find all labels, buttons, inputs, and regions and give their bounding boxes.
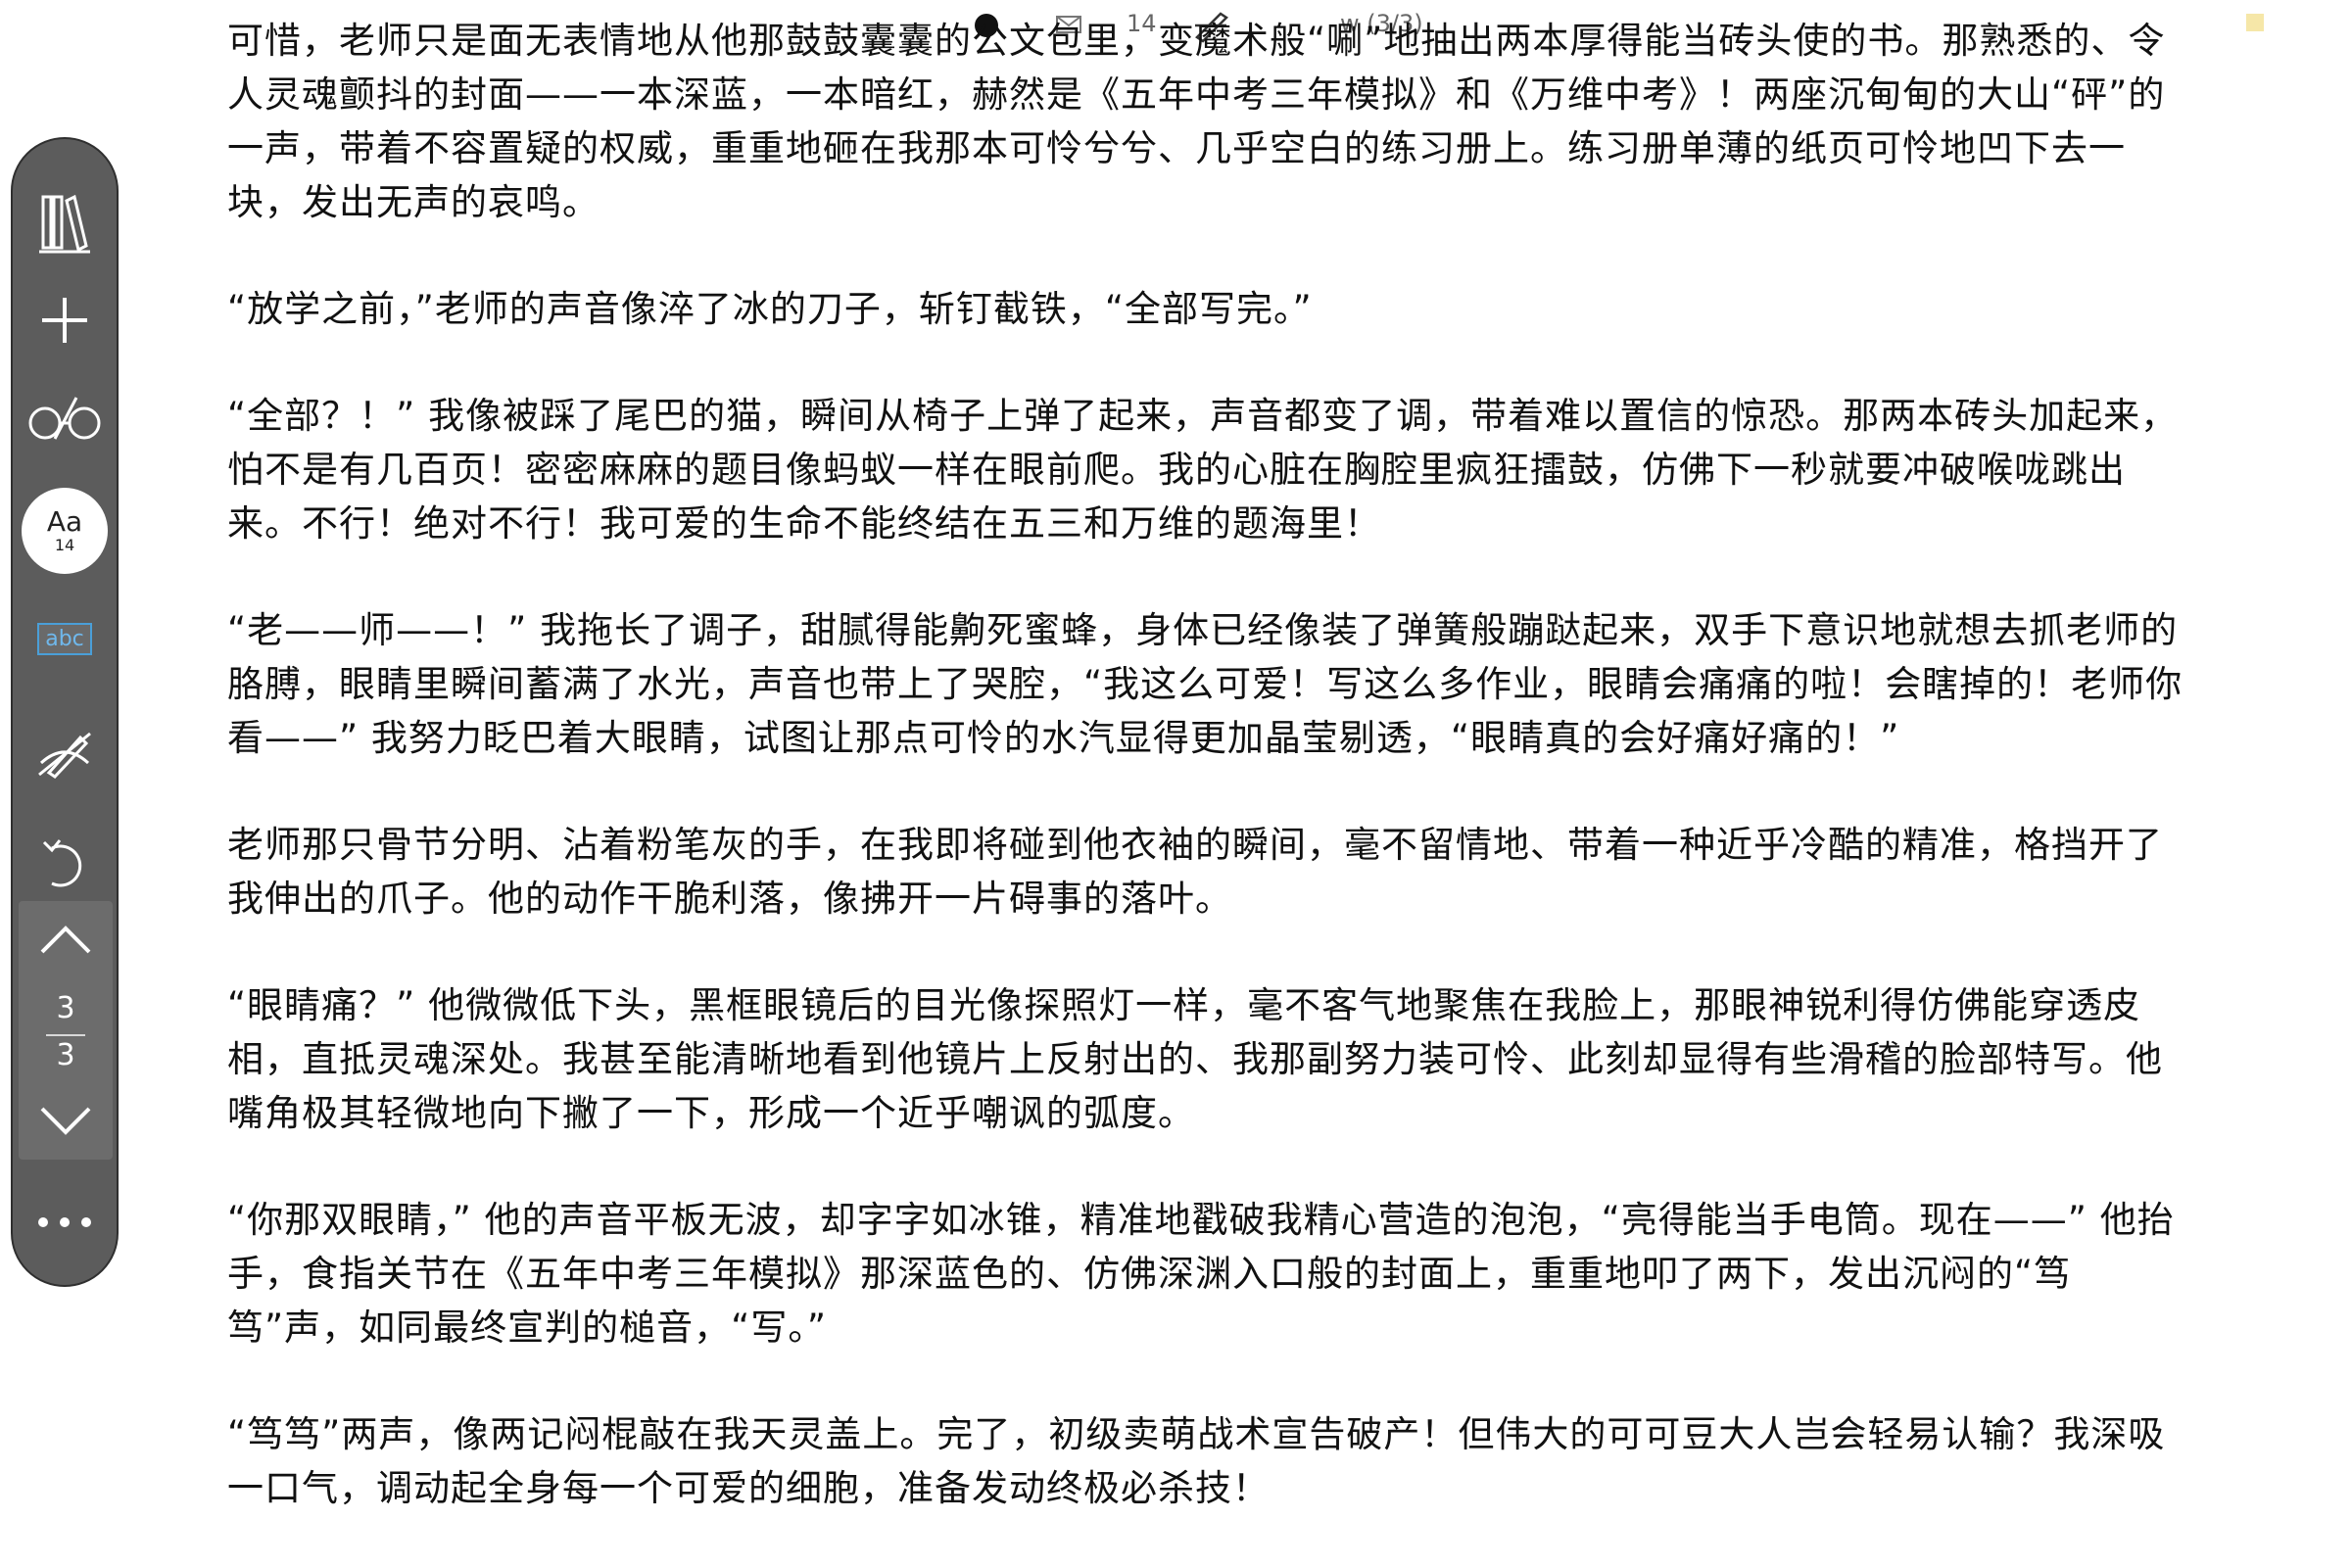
bookmark-icon[interactable]: [2246, 14, 2264, 31]
hide-pen-icon: [38, 732, 91, 779]
reading-mode-button[interactable]: [13, 374, 117, 462]
current-page: 3: [56, 991, 75, 1025]
abc-highlight-button[interactable]: abc: [13, 599, 117, 678]
paragraph: “放学之前，”老师的声音像淬了冰的刀子，斩钉截铁，“全部写完。”: [227, 288, 1313, 330]
paragraph: “全部？！” 我像被踩了尾巴的猫，瞬间从椅子上弹了起来，声音都变了调，带着难以置…: [227, 395, 2179, 545]
page-down-button[interactable]: [19, 1091, 113, 1150]
font-label: Aa: [46, 505, 83, 538]
add-button[interactable]: [13, 276, 117, 364]
chevron-up-icon: [40, 926, 91, 954]
plus-icon: [42, 298, 87, 343]
library-button[interactable]: [13, 178, 117, 266]
font-size-icon: Aa 14: [22, 488, 108, 574]
reading-content: 可惜，老师只是面无表情地从他那鼓鼓囊囊的公文包里，变魔术般“唰”地抽出两本厚得能…: [227, 14, 2186, 1568]
page-divider: [46, 1034, 85, 1036]
total-pages: 3: [56, 1038, 75, 1072]
hide-annotations-button[interactable]: [13, 707, 117, 795]
paragraph: “你那双眼睛，” 他的声音平板无波，却字字如冰锥，精准地戳破我精心营造的泡泡，“…: [227, 1199, 2175, 1349]
font-size-value: 14: [54, 536, 75, 554]
more-icon: [38, 1217, 91, 1227]
page-navigator: 3 3: [19, 901, 113, 1160]
paragraph: 老师那只骨节分明、沾着粉笔灰的手，在我即将碰到他衣袖的瞬间，毫不留情地、带着一种…: [227, 824, 2163, 920]
abc-highlight-icon: abc: [37, 622, 92, 655]
paragraph: “笃笃”两声，像两记闷棍敲在我天灵盖上。完了，初级卖萌战术宣告破产！但伟大的可可…: [227, 1413, 2166, 1509]
page-up-button[interactable]: [19, 911, 113, 970]
chevron-down-icon: [40, 1107, 91, 1135]
more-button[interactable]: [13, 1183, 117, 1261]
side-toolbar: Aa 14 abc 3 3: [11, 137, 119, 1287]
undo-button[interactable]: [13, 815, 117, 913]
library-icon: [39, 194, 90, 254]
glasses-icon: [28, 397, 101, 440]
undo-icon: [42, 839, 82, 887]
paragraph: “眼睛痛？” 他微微低下头，黑框眼镜后的目光像探照灯一样，毫不客气地聚焦在我脸上…: [227, 984, 2163, 1134]
paragraph: 可惜，老师只是面无表情地从他那鼓鼓囊囊的公文包里，变魔术般“唰”地抽出两本厚得能…: [227, 20, 2166, 223]
paragraph: “老——师——！” 我拖长了调子，甜腻得能齁死蜜蜂，身体已经像装了弹簧般蹦跶起来…: [227, 609, 2183, 759]
font-size-button[interactable]: Aa 14: [13, 482, 117, 580]
